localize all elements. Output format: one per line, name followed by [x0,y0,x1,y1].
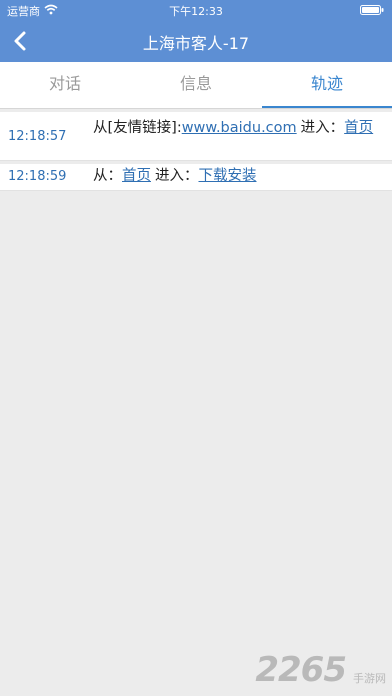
enter-label: 进入： [155,168,199,184]
watermark-number: 2265 [255,650,347,690]
source-link[interactable]: 首页 [122,168,151,184]
tab-track[interactable]: 轨迹 [262,62,392,108]
chevron-left-icon [14,31,26,51]
track-description: 从：首页 进入：下载安装 [93,167,383,186]
track-time: 12:18:57 [8,129,67,144]
page-link[interactable]: 首页 [344,120,373,136]
tab-info[interactable]: 信息 [131,62,261,108]
list-item: 12:18:59 从：首页 进入：下载安装 [0,164,392,191]
watermark-text: 手游网 [353,672,386,685]
enter-label: 进入： [300,120,345,136]
list-item: 12:18:57 从[友情链接]:www.baidu.com 进入：首页 [0,112,392,161]
source-link[interactable]: www.baidu.com [182,120,297,136]
tab-bar: 对话 信息 轨迹 [0,62,392,109]
status-bar: 运营商 下午12:33 [0,0,392,20]
from-label: 从： [93,168,122,184]
back-button[interactable] [6,26,36,56]
nav-bar: 上海市客人-17 [0,20,392,62]
page-link[interactable]: 下载安装 [199,168,257,184]
status-time: 下午12:33 [169,5,223,18]
watermark-logo: 2265 手游网 [216,650,386,690]
from-label: 从[友情链接]: [93,120,182,136]
page-title: 上海市客人-17 [142,34,250,53]
battery-icon [360,5,384,15]
track-time: 12:18:59 [8,169,67,184]
tab-conversation[interactable]: 对话 [0,62,130,108]
track-description: 从[友情链接]:www.baidu.com 进入：首页 [93,119,383,138]
track-list: 12:18:57 从[友情链接]:www.baidu.com 进入：首页 12:1… [0,112,392,194]
active-tab-indicator [262,106,392,108]
